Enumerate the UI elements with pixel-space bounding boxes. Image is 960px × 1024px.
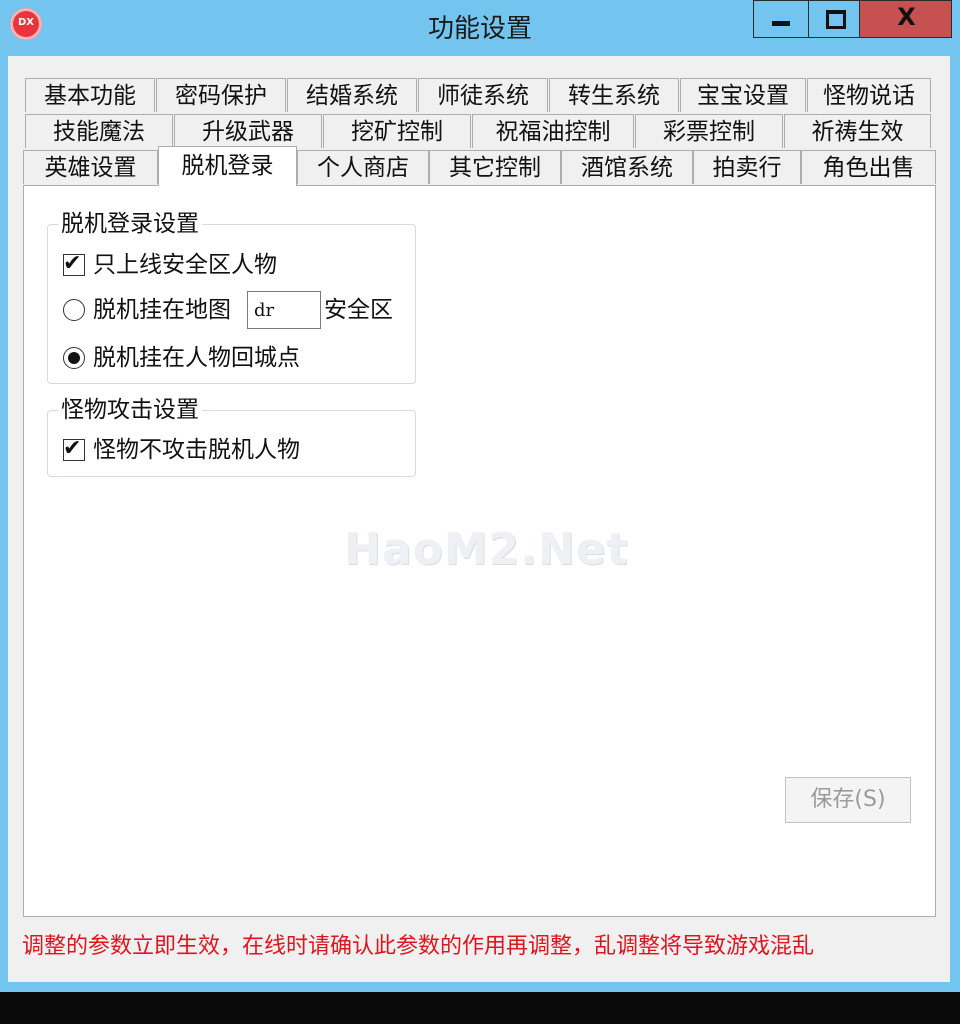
main-window: DX 功能设置 X 基本功能 密码保护 结婚系统 师徒系统 转生系统 宝宝设置 … (0, 0, 960, 992)
tab-mentor-system[interactable]: 师徒系统 (418, 78, 548, 112)
only-safe-zone-label: 只上线安全区人物 (93, 252, 277, 278)
tab-password-protection[interactable]: 密码保护 (156, 78, 286, 112)
safe-zone-suffix-label: 安全区 (324, 297, 393, 323)
tab-mining-control[interactable]: 挖矿控制 (323, 114, 471, 148)
tab-other-controls[interactable]: 其它控制 (429, 150, 561, 184)
tab-hero-settings[interactable]: 英雄设置 (23, 150, 158, 184)
client-area: 基本功能 密码保护 结婚系统 师徒系统 转生系统 宝宝设置 怪物说话 技能魔法 … (8, 56, 950, 982)
tab-blessing-oil-control[interactable]: 祝福油控制 (472, 114, 634, 148)
close-button[interactable]: X (859, 0, 952, 38)
warning-notice: 调整的参数立即生效，在线时请确认此参数的作用再调整，乱调整将导致游戏混乱 (22, 934, 815, 959)
checkmark-icon: ✔ (63, 436, 82, 461)
maximize-icon (826, 10, 846, 29)
monster-attack-groupbox: 怪物攻击设置 ✔ 怪物不攻击脱机人物 (47, 395, 416, 477)
offline-login-title: 脱机登录设置 (58, 209, 202, 239)
minimize-button[interactable] (753, 0, 809, 38)
tab-upgrade-weapon[interactable]: 升级武器 (174, 114, 322, 148)
tab-tavern-system[interactable]: 酒馆系统 (561, 150, 693, 184)
tab-rebirth-system[interactable]: 转生系统 (549, 78, 679, 112)
tab-offline-login[interactable]: 脱机登录 (158, 146, 297, 186)
close-icon: X (897, 3, 916, 31)
monster-attack-title: 怪物攻击设置 (58, 395, 202, 425)
tab-auction-house[interactable]: 拍卖行 (693, 150, 801, 184)
hang-on-map-label: 脱机挂在地图 (93, 297, 231, 323)
hang-on-map-radio[interactable] (63, 299, 85, 321)
minimize-icon (772, 21, 790, 26)
save-button[interactable]: 保存(S) (785, 777, 911, 823)
tab-basic-functions[interactable]: 基本功能 (25, 78, 155, 112)
maximize-button[interactable] (808, 0, 860, 38)
tab-lottery-control[interactable]: 彩票控制 (635, 114, 783, 148)
hang-on-return-point-label: 脱机挂在人物回城点 (93, 345, 300, 371)
tab-character-sale[interactable]: 角色出售 (801, 150, 936, 184)
map-name-input[interactable] (247, 291, 321, 329)
tab-skill-magic[interactable]: 技能魔法 (25, 114, 173, 148)
title-bar[interactable]: DX 功能设置 X (0, 0, 960, 56)
taskbar-strip (0, 992, 960, 1024)
no-attack-offline-label: 怪物不攻击脱机人物 (93, 437, 300, 463)
tab-personal-shop[interactable]: 个人商店 (297, 150, 429, 184)
watermark-text: HaoM2.Net (344, 524, 629, 575)
offline-login-groupbox: 脱机登录设置 ✔ 只上线安全区人物 脱机挂在地图 安全区 脱机挂在人物回城点 (47, 209, 416, 384)
checkmark-icon: ✔ (63, 251, 82, 276)
tab-marriage-system[interactable]: 结婚系统 (287, 78, 417, 112)
hang-on-return-point-radio[interactable] (63, 347, 85, 369)
tab-pet-settings[interactable]: 宝宝设置 (680, 78, 806, 112)
tab-monster-speech[interactable]: 怪物说话 (807, 78, 931, 112)
no-attack-offline-checkbox[interactable]: ✔ (63, 436, 85, 461)
only-safe-zone-checkbox[interactable]: ✔ (63, 251, 85, 276)
tab-panel: 脱机登录设置 ✔ 只上线安全区人物 脱机挂在地图 安全区 脱机挂在人物回城点 (23, 185, 936, 917)
tab-prayer-effect[interactable]: 祈祷生效 (784, 114, 931, 148)
